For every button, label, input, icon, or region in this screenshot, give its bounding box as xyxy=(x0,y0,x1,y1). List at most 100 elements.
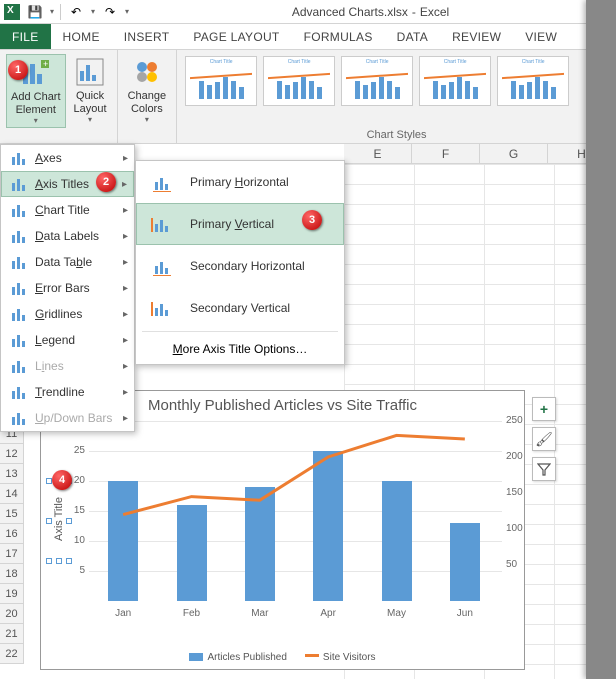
chart-style-1[interactable]: Chart Title xyxy=(185,56,257,106)
menu-item-chart-title[interactable]: Chart Title▸ xyxy=(1,197,134,223)
chart-elements-button[interactable]: + xyxy=(532,397,556,421)
row-header[interactable]: 16 xyxy=(0,524,24,544)
chart-styles-group-label: Chart Styles xyxy=(177,127,616,143)
svg-text:+: + xyxy=(43,59,48,69)
row-header[interactable]: 17 xyxy=(0,544,24,564)
save-button[interactable]: 💾 xyxy=(26,3,44,21)
chart-style-4[interactable]: Chart Title xyxy=(419,56,491,106)
redo-button[interactable]: ↷ xyxy=(101,3,119,21)
embedded-chart[interactable]: Monthly Published Articles vs Site Traff… xyxy=(40,390,525,670)
submenu-item-label: Primary Vertical xyxy=(190,217,274,231)
chart-filters-button[interactable] xyxy=(532,457,556,481)
submenu-item-secondary-horizontal[interactable]: Secondary Horizontal xyxy=(136,245,344,287)
submenu-arrow-icon: ▸ xyxy=(123,283,128,294)
y2-axis-tick: 250 xyxy=(506,415,532,426)
line-series[interactable] xyxy=(89,421,499,601)
col-header[interactable]: H xyxy=(548,144,616,164)
tab-home[interactable]: HOME xyxy=(51,24,112,49)
quick-layout-icon xyxy=(74,56,106,88)
menu-item-label: Error Bars xyxy=(35,281,90,295)
chart-styles-button[interactable]: 🖌 xyxy=(532,427,556,451)
submenu-arrow-icon: ▸ xyxy=(123,387,128,398)
chart-style-2[interactable]: Chart Title xyxy=(263,56,335,106)
row-header[interactable]: 19 xyxy=(0,584,24,604)
chart-style-3[interactable]: Chart Title xyxy=(341,56,413,106)
col-header[interactable]: G xyxy=(480,144,548,164)
menu-item-label: Up/Down Bars xyxy=(35,411,112,425)
submenu-item-secondary-vertical[interactable]: Secondary Vertical xyxy=(136,287,344,329)
menu-item-trendline[interactable]: Trendline ▸ xyxy=(1,379,134,405)
y2-axis-tick: 150 xyxy=(506,487,532,498)
submenu-item-label: Secondary Horizontal xyxy=(190,259,305,273)
row-header[interactable]: 18 xyxy=(0,564,24,584)
chart-glyph-icon xyxy=(9,358,27,374)
submenu-more-options[interactable]: More Axis Title Options… xyxy=(136,334,344,364)
menu-item-label: Data Labels xyxy=(35,229,99,243)
row-header[interactable]: 14 xyxy=(0,484,24,504)
chart-glyph-icon xyxy=(9,384,27,400)
x-axis-tick: Feb xyxy=(162,608,222,619)
vertical-axis-title[interactable]: Axis Title xyxy=(49,481,69,561)
tab-formulas[interactable]: FORMULAS xyxy=(292,24,385,49)
menu-item-error-bars[interactable]: Error Bars ▸ xyxy=(1,275,134,301)
row-header[interactable]: 22 xyxy=(0,644,24,664)
row-header[interactable]: 15 xyxy=(0,504,24,524)
submenu-arrow-icon: ▸ xyxy=(123,231,128,242)
ribbon-tabs: FILE HOME INSERT PAGE LAYOUT FORMULAS DA… xyxy=(0,24,616,50)
chart-glyph-icon xyxy=(9,306,27,322)
tab-page-layout[interactable]: PAGE LAYOUT xyxy=(181,24,291,49)
legend-item-line[interactable]: Site Visitors xyxy=(305,652,376,663)
col-header[interactable]: F xyxy=(412,144,480,164)
submenu-separator xyxy=(142,331,338,332)
tab-data[interactable]: DATA xyxy=(385,24,440,49)
change-colors-button[interactable]: Change Colors ▾ xyxy=(124,54,171,126)
ribbon: + Add Chart Element ▾ Quick Layout ▾ xyxy=(0,50,616,144)
menu-item-data-labels[interactable]: Data Labels ▸ xyxy=(1,223,134,249)
row-header[interactable]: 13 xyxy=(0,464,24,484)
column-headers: E F G H xyxy=(344,144,616,164)
tab-file[interactable]: FILE xyxy=(0,24,51,49)
chart-glyph-icon xyxy=(9,410,27,426)
y-axis-tick: 15 xyxy=(63,505,85,516)
funnel-icon xyxy=(537,462,551,476)
chart-glyph-icon xyxy=(9,280,27,296)
menu-item-label: Trendline xyxy=(35,385,85,399)
add-chart-element-menu: Axes▸Axis Titles▸Chart Title▸Data Labels… xyxy=(0,144,135,432)
submenu-item-label: Primary Horizontal xyxy=(190,175,289,189)
undo-dropdown-icon[interactable]: ▾ xyxy=(91,7,95,16)
chart-glyph-icon xyxy=(9,228,27,244)
submenu-arrow-icon: ▸ xyxy=(123,413,128,424)
chevron-down-icon: ▾ xyxy=(145,115,149,124)
row-header[interactable]: 21 xyxy=(0,624,24,644)
title-bar: 💾 ▾ ↶ ▾ ↷ ▾ Advanced Charts.xlsx - Excel xyxy=(0,0,616,24)
title-filename: Advanced Charts.xlsx xyxy=(292,5,408,19)
add-chart-element-label: Add Chart Element xyxy=(11,91,61,116)
chart-glyph-icon xyxy=(9,176,27,192)
x-axis-tick: May xyxy=(367,608,427,619)
axis-title-glyph-icon xyxy=(148,297,176,319)
plot-area[interactable]: 5101520253050100150200250JanFebMarAprMay… xyxy=(89,421,502,601)
submenu-item-primary-horizontal[interactable]: Primary Horizontal xyxy=(136,161,344,203)
row-header[interactable]: 12 xyxy=(0,444,24,464)
x-axis-tick: Apr xyxy=(298,608,358,619)
legend-item-bars[interactable]: Articles Published xyxy=(189,652,286,663)
menu-item-legend[interactable]: Legend▸ xyxy=(1,327,134,353)
tab-insert[interactable]: INSERT xyxy=(112,24,182,49)
save-dropdown-icon[interactable]: ▾ xyxy=(50,7,54,16)
menu-item-label: Lines xyxy=(35,359,64,373)
tab-review[interactable]: REVIEW xyxy=(440,24,513,49)
window-title: Advanced Charts.xlsx - Excel xyxy=(129,5,612,19)
col-header[interactable]: E xyxy=(344,144,412,164)
menu-item-data-table[interactable]: Data Table▸ xyxy=(1,249,134,275)
undo-button[interactable]: ↶ xyxy=(67,3,85,21)
chart-side-buttons: + 🖌 xyxy=(532,397,556,481)
menu-item-axes[interactable]: Axes▸ xyxy=(1,145,134,171)
chart-legend[interactable]: Articles Published Site Visitors xyxy=(41,652,524,663)
tab-view[interactable]: VIEW xyxy=(513,24,569,49)
menu-item-gridlines[interactable]: Gridlines▸ xyxy=(1,301,134,327)
menu-item-label: Legend xyxy=(35,333,75,347)
chart-style-5[interactable]: Chart Title xyxy=(497,56,569,106)
row-header[interactable]: 20 xyxy=(0,604,24,624)
quick-layout-button[interactable]: Quick Layout ▾ xyxy=(70,54,111,128)
x-axis-tick: Mar xyxy=(230,608,290,619)
